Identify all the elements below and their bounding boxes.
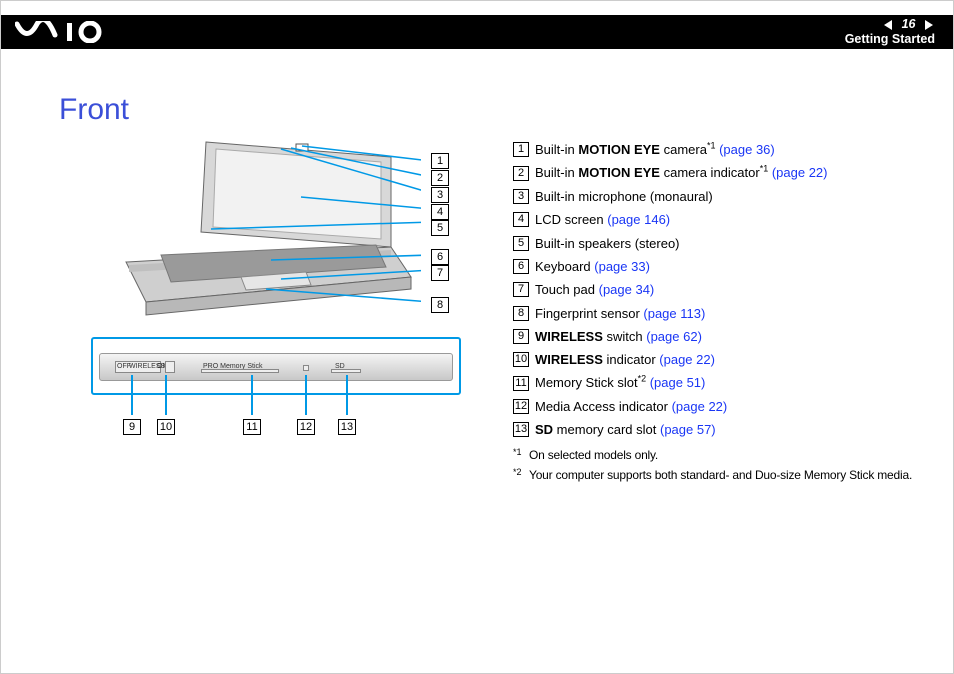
legend-number: 5 bbox=[513, 236, 529, 251]
footnote: *1On selected models only. bbox=[513, 446, 933, 464]
legend-row: 11 Memory Stick slot*2 (page 51) bbox=[513, 372, 933, 392]
callout-box: 4 bbox=[431, 204, 449, 220]
callout-box: 8 bbox=[431, 297, 449, 313]
callout-box: 10 bbox=[157, 419, 175, 435]
header-bar: 16 Getting Started bbox=[1, 15, 953, 49]
legend-row: 4 LCD screen (page 146) bbox=[513, 209, 933, 229]
footnote: *2Your computer supports both standard- … bbox=[513, 466, 933, 484]
legend-number: 9 bbox=[513, 329, 529, 344]
legend-row: 10 WIRELESS indicator (page 22) bbox=[513, 349, 933, 369]
illustration: 1 2 3 4 5 6 7 8 OFF WIRELESS ON PRO Memo… bbox=[91, 137, 491, 447]
page-ref-link[interactable]: (page 33) bbox=[594, 259, 650, 274]
header-right: 16 Getting Started bbox=[845, 17, 935, 47]
legend-number: 13 bbox=[513, 422, 529, 437]
page-ref-link[interactable]: (page 62) bbox=[646, 329, 702, 344]
legend-row: 7 Touch pad (page 34) bbox=[513, 279, 933, 299]
page-ref-link[interactable]: (page 51) bbox=[650, 375, 706, 390]
callout-box: 2 bbox=[431, 170, 449, 186]
callout-box: 5 bbox=[431, 220, 449, 236]
section-title: Getting Started bbox=[845, 32, 935, 47]
legend-text: Built-in microphone (monaural) bbox=[535, 189, 713, 204]
vaio-logo bbox=[15, 21, 125, 43]
legend-row: 5 Built-in speakers (stereo) bbox=[513, 233, 933, 253]
legend-number: 4 bbox=[513, 212, 529, 227]
legend-list: 1 Built-in MOTION EYE camera*1 (page 36) 2… bbox=[513, 139, 933, 486]
legend-number: 6 bbox=[513, 259, 529, 274]
page-number: 16 bbox=[898, 17, 920, 32]
callout-box: 7 bbox=[431, 265, 449, 281]
footnotes: *1On selected models only. *2Your compute… bbox=[513, 446, 933, 484]
legend-text: Built-in MOTION EYE camera indicator*1 (… bbox=[535, 165, 828, 180]
legend-number: 10 bbox=[513, 352, 529, 367]
callout-box: 11 bbox=[243, 419, 261, 435]
vaio-logo-svg bbox=[15, 21, 125, 43]
legend-row: 9 WIRELESS switch (page 62) bbox=[513, 326, 933, 346]
legend-row: 8 Fingerprint sensor (page 113) bbox=[513, 303, 933, 323]
page-ref-link[interactable]: (page 57) bbox=[660, 422, 716, 437]
legend-number: 11 bbox=[513, 376, 529, 391]
legend-row: 12 Media Access indicator (page 22) bbox=[513, 396, 933, 416]
legend-row: 6 Keyboard (page 33) bbox=[513, 256, 933, 276]
front-edge-panel: OFF WIRELESS ON PRO Memory Stick SD bbox=[91, 337, 461, 395]
page-title: Front bbox=[59, 93, 129, 127]
callout-box: 13 bbox=[338, 419, 356, 435]
page-nav: 16 bbox=[845, 17, 935, 32]
legend-number: 1 bbox=[513, 142, 529, 157]
page: 16 Getting Started Front bbox=[0, 0, 954, 674]
callout-box: 3 bbox=[431, 187, 449, 203]
page-ref-link[interactable]: (page 22) bbox=[672, 399, 728, 414]
legend-text: WIRELESS indicator (page 22) bbox=[535, 352, 715, 367]
page-ref-link[interactable]: (page 34) bbox=[599, 282, 655, 297]
page-ref-link[interactable]: (page 22) bbox=[772, 165, 828, 180]
callout-box: 1 bbox=[431, 153, 449, 169]
legend-text: Built-in speakers (stereo) bbox=[535, 235, 680, 250]
legend-number: 3 bbox=[513, 189, 529, 204]
page-ref-link[interactable]: (page 22) bbox=[659, 352, 715, 367]
legend-text: WIRELESS switch (page 62) bbox=[535, 329, 702, 344]
legend-text: LCD screen (page 146) bbox=[535, 212, 670, 227]
prev-page-icon[interactable] bbox=[884, 20, 892, 30]
page-ref-link[interactable]: (page 36) bbox=[719, 142, 775, 157]
legend-row: 13 SD memory card slot (page 57) bbox=[513, 419, 933, 439]
legend-text: Media Access indicator (page 22) bbox=[535, 399, 727, 414]
next-page-icon[interactable] bbox=[925, 20, 933, 30]
legend-text: Built-in MOTION EYE camera*1 (page 36) bbox=[535, 142, 775, 157]
page-ref-link[interactable]: (page 113) bbox=[643, 305, 705, 320]
legend-row: 2 Built-in MOTION EYE camera indicator*1 … bbox=[513, 162, 933, 182]
laptop-drawing bbox=[91, 137, 421, 337]
callout-box: 12 bbox=[297, 419, 315, 435]
callout-box: 6 bbox=[431, 249, 449, 265]
legend-text: Fingerprint sensor (page 113) bbox=[535, 305, 705, 320]
legend-number: 2 bbox=[513, 166, 529, 181]
legend-text: SD memory card slot (page 57) bbox=[535, 422, 716, 437]
legend-number: 7 bbox=[513, 282, 529, 297]
legend-text: Touch pad (page 34) bbox=[535, 282, 654, 297]
callout-box: 9 bbox=[123, 419, 141, 435]
legend-row: 1 Built-in MOTION EYE camera*1 (page 36) bbox=[513, 139, 933, 159]
legend-row: 3 Built-in microphone (monaural) bbox=[513, 186, 933, 206]
legend-number: 12 bbox=[513, 399, 529, 414]
page-ref-link[interactable]: (page 146) bbox=[607, 212, 670, 227]
legend-text: Keyboard (page 33) bbox=[535, 259, 650, 274]
legend-number: 8 bbox=[513, 306, 529, 321]
legend-text: Memory Stick slot*2 (page 51) bbox=[535, 375, 705, 390]
